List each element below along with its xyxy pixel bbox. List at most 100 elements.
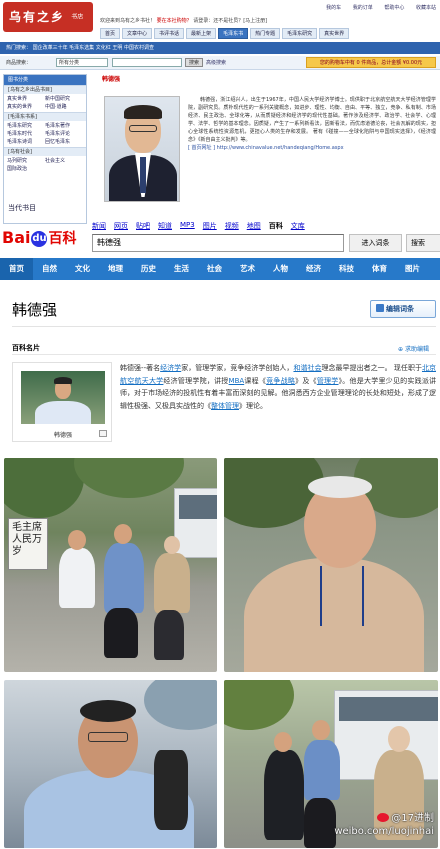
sidebar-item[interactable]: 中国·道路 [45,103,83,111]
cat-history[interactable]: 历史 [132,258,165,280]
nav-web[interactable]: 网页 [114,221,128,231]
baike-search-input[interactable]: 韩德强 [92,234,344,252]
cat-images[interactable]: 图片 [396,258,429,280]
help-edit-link[interactable]: ⊕ 求助编辑 [398,344,429,353]
sidebar-item[interactable]: 毛泽东时代 [7,130,45,138]
cat-nature[interactable]: 自然 [33,258,66,280]
cat-home[interactable]: 首页 [0,258,33,280]
divider [12,326,436,327]
sidebar-item[interactable]: 马列研究 [7,157,45,165]
cat-nav-real-world[interactable]: 真实世界 [319,28,350,39]
summary-link[interactable]: MBA [229,377,245,385]
sidebar-group-title: [乌有社会] [4,147,86,156]
sidebar-group-list: 毛泽东研究 毛泽东著作 毛泽东时代 毛泽东评论 毛泽东诗词 回忆毛泽东 [4,121,86,147]
enlarge-icon[interactable] [99,430,107,437]
top-link-cart[interactable]: 我的车 [326,5,341,11]
cat-geography[interactable]: 地理 [99,258,132,280]
welcome-tail[interactable]: 请登录：还不是社员？[马上注册] [193,18,267,24]
author-article: 韩德强 韩德强，浙江绍兴人，出生于1967年，中国人民大学经济学博士。现供职于北… [92,74,438,226]
thumbnail-caption: 韩德强 [53,432,72,439]
baidu-baike-logo[interactable]: Bai du 百科 [2,228,88,252]
welcome-text: 欢迎来到乌有之乡书社！ 要在本社购物？ 请登录：还不是社员？[马上注册] [100,17,267,24]
article-source-link[interactable]: [ 首页网址 ] http://www.chinavalue.net/hande… [188,145,344,151]
article-title: 韩德强 [102,76,121,83]
summary-text: 家，管理学家，竞争经济学创始人， [181,364,294,372]
summary-link[interactable]: 整体管理 [211,402,239,410]
site-logo[interactable]: 乌有之乡 书店 [3,2,93,32]
sidebar-group-title: [乌有之乡出品书目] [4,85,86,94]
sidebar-item[interactable]: 毛泽东著作 [45,122,83,130]
sidebar-item[interactable]: 社会主义 [45,157,83,165]
site-search-button[interactable]: 搜索 [185,58,203,67]
sidebar-item[interactable]: 毛泽东研究 [7,122,45,130]
cat-nav-mao-research[interactable]: 毛泽东研究 [282,28,318,39]
summary-link[interactable]: 经济学 [160,364,181,372]
cat-nav-mao-books[interactable]: 毛泽东书 [218,28,249,39]
sidebar-item[interactable]: 新中国研究 [45,95,83,103]
top-link-orders[interactable]: 我的订单 [353,5,373,11]
help-icon: ⊕ [398,346,404,353]
sidebar-big-title: 当代书目 [8,204,36,212]
watermark-handle: @17进制 [391,813,434,824]
sidebar-header: 图书分类 [4,75,86,85]
sidebar-item[interactable]: 真实世界 [7,95,45,103]
sidebar-item[interactable]: 毛泽东评论 [45,130,83,138]
cat-sports[interactable]: 体育 [363,258,396,280]
top-link-help[interactable]: 帮助中心 [384,5,404,11]
summary-link[interactable]: 管理学 [317,377,339,385]
card-thumbnail-image [21,371,105,424]
sidebar-item[interactable]: 回忆毛泽东 [45,138,83,146]
sidebar-item[interactable]: 国际政治 [7,165,45,173]
nav-map[interactable]: 地图 [247,221,261,231]
nav-wenku[interactable]: 文库 [291,221,305,231]
category-nav: 首页 文章中心 书评书话 最新上架 毛泽东书 热门专题 毛泽东研究 真实世界 [100,28,350,39]
cat-culture[interactable]: 文化 [66,258,99,280]
cat-nav-new[interactable]: 最新上架 [186,28,217,39]
summary-link[interactable]: 竞争战略 [266,377,295,385]
nav-mp3[interactable]: MP3 [180,221,195,231]
article-body-text: 韩德强，浙江绍兴人，出生于1967年，中国人民大学经济学博士。现供职于北京航空航… [188,97,436,143]
weibo-watermark: @17进制 weibo.com/luojinhai [334,812,434,838]
welcome-red-link[interactable]: 要在本社购物？ [157,18,192,24]
cat-nav-topics[interactable]: 热门专题 [250,28,281,39]
site-search-input[interactable] [112,58,182,67]
edit-entry-button[interactable]: 编辑词条 [370,300,436,318]
cat-nav-home[interactable]: 首页 [100,28,121,39]
photo-street-scuffle: 毛主席人民万岁 [4,458,217,672]
sidebar-group-title: [毛泽东书系] [4,112,86,121]
site-logo-sub: 书店 [71,13,84,21]
cat-art[interactable]: 艺术 [231,258,264,280]
cat-society[interactable]: 社会 [198,258,231,280]
nav-zhidao[interactable]: 知道 [158,221,172,231]
cat-economy[interactable]: 经济 [297,258,330,280]
enter-entry-button[interactable]: 进入词条 [349,234,402,252]
summary-link[interactable]: 和谐社会 [293,364,321,372]
cat-people[interactable]: 人物 [264,258,297,280]
sidebar-item[interactable]: 毛泽东诗词 [7,138,45,146]
cat-life[interactable]: 生活 [165,258,198,280]
search-label: 商品搜索： [6,60,32,66]
cat-nav-reviews[interactable]: 书评书话 [154,28,185,39]
search-category-select[interactable]: 所有分类 [56,58,108,67]
summary-text: 韩德强--著名 [120,364,161,372]
search-button[interactable]: 搜索 [406,234,440,252]
advanced-search-link[interactable]: 高级搜索 [206,59,226,66]
hot-search-bar[interactable]: 热门搜索： 国企改革三十年 毛泽东选集 文化红 王明 中国农村调查 [0,42,440,54]
nav-tieba[interactable]: 贴吧 [136,221,150,231]
nav-news[interactable]: 新闻 [92,221,106,231]
nav-video[interactable]: 视频 [225,221,239,231]
top-link-favorite[interactable]: 收藏本站 [416,5,436,11]
cat-tech[interactable]: 科技 [330,258,363,280]
sidebar-item[interactable]: 真实的世界 [7,103,45,111]
cat-nav-articles[interactable]: 文章中心 [122,28,153,39]
card-thumbnail[interactable]: 韩德强 [12,362,112,442]
nav-images[interactable]: 图片 [203,221,217,231]
wuyou-site-screenshot: 乌有之乡 书店 欢迎来到乌有之乡书社！ 要在本社购物？ 请登录：还不是社员？[马… [0,0,440,232]
welcome-lead: 欢迎来到乌有之乡书社！ [100,18,156,24]
cart-notice[interactable]: 您的购物车中有 0 件商品，总计金额 ¥0.00元 [306,57,436,68]
logo-baike: 百科 [48,231,77,247]
logo-bai: Bai [2,228,31,247]
summary-text: 经济管理学院，讲授 [163,376,229,385]
summary-text: 课程《 [244,376,267,385]
divider [12,354,436,355]
